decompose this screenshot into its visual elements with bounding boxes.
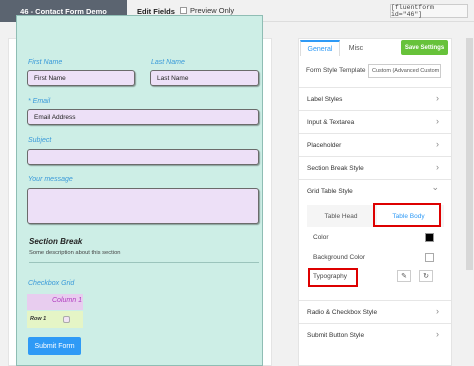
color-setting-label: Color [313,234,329,241]
accordion-grid-table-style[interactable]: Grid Table Style ⌄ [299,179,451,202]
chevron-down-icon: ⌄ [431,182,439,192]
style-template-select[interactable]: Custom (Advanced Custom [368,64,441,78]
message-textarea[interactable] [27,188,259,224]
first-name-label: First Name [28,59,63,66]
email-label: * Email [28,98,51,105]
style-template-label: Form Style Template [306,67,366,74]
submit-button[interactable]: Submit Form [28,337,81,355]
subject-field[interactable] [27,149,259,165]
accordion-radio-checkbox-style[interactable]: Radio & Checkbox Style › [299,300,451,323]
chevron-right-icon: › [436,139,439,149]
accordion-label: Input & Textarea [307,118,355,126]
preview-only-toggle[interactable]: Preview Only [180,6,234,15]
grid-column-label: Column 1 [52,297,82,304]
accordion-label: Radio & Checkbox Style [307,308,378,316]
tab-general[interactable]: General [300,40,340,56]
chevron-right-icon: › [436,306,439,316]
tab-table-head[interactable]: Table Head [307,205,375,227]
last-name-label: Last Name [151,59,185,66]
chevron-right-icon: › [436,329,439,339]
background-color-swatch[interactable] [425,253,434,262]
preview-checkbox[interactable] [180,7,187,14]
panel-scrollbar[interactable] [466,38,473,270]
background-color-setting-label: Background Color [313,254,366,261]
accordion-label-styles[interactable]: Label Styles › [299,87,451,110]
preview-label: Preview Only [190,6,235,15]
color-swatch[interactable] [425,233,434,242]
accordion-label: Grid Table Style [307,187,353,195]
edit-icon[interactable]: ✎ [397,270,411,282]
tab-misc[interactable]: Misc [343,40,369,56]
accordion-label: Section Break Style [307,164,364,172]
accordion-label: Submit Button Style [307,331,365,339]
shortcode-box[interactable]: [fluentform id="46"] [390,4,468,18]
checkbox-grid-label: Checkbox Grid [28,280,75,287]
section-divider [29,262,259,263]
accordion-section-break-style[interactable]: Section Break Style › [299,156,451,179]
reset-icon[interactable]: ↻ [419,270,433,282]
accordion-input-textarea[interactable]: Input & Textarea › [299,110,451,133]
email-field[interactable]: Email Address [27,109,259,125]
accordion-label: Label Styles [307,95,343,103]
message-label: Your message [28,176,73,183]
section-break-title: Section Break [29,237,83,246]
chevron-right-icon: › [436,93,439,103]
grid-row-label: Row 1 [30,316,47,322]
accordion-placeholder[interactable]: Placeholder › [299,133,451,156]
chevron-right-icon: › [436,116,439,126]
section-break-description: Some description about this section [29,250,121,256]
first-name-field[interactable]: First Name [27,70,135,86]
accordion-label: Placeholder [307,141,342,149]
save-settings-button[interactable]: Save Settings [401,40,448,55]
chevron-right-icon: › [436,162,439,172]
last-name-field[interactable]: Last Name [150,70,259,86]
typography-highlight [308,268,358,287]
accordion-submit-button-style[interactable]: Submit Button Style › [299,323,451,346]
grid-checkbox[interactable] [63,316,70,323]
table-body-highlight [373,203,441,227]
subject-label: Subject [28,137,52,144]
